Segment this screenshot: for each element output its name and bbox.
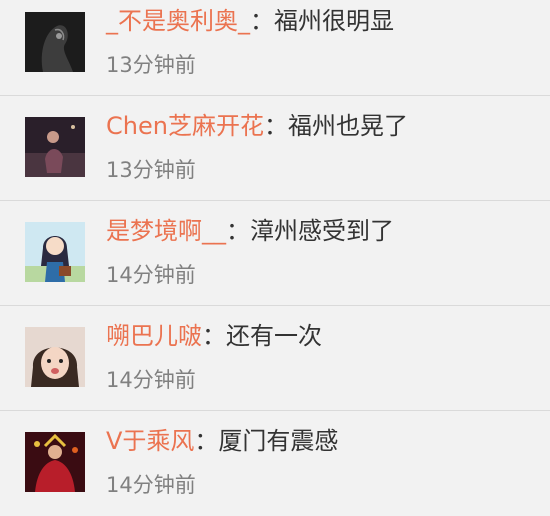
dark-silhouette-avatar[interactable] bbox=[25, 12, 85, 72]
comment-username[interactable]: 是梦境啊__ bbox=[106, 217, 226, 245]
comment-item: 嗍巴儿啵：还有一次 14分钟前 bbox=[0, 307, 550, 411]
comment-separator: ： bbox=[250, 7, 274, 35]
comment-username[interactable]: 嗍巴儿啵 bbox=[106, 322, 202, 350]
comment-text: 福州也晃了 bbox=[287, 112, 408, 140]
comment-item: Chen芝麻开花：福州也晃了 13分钟前 bbox=[0, 97, 550, 201]
comment-separator: ： bbox=[226, 217, 250, 245]
comment-username[interactable]: _不是奥利奥_ bbox=[106, 7, 250, 35]
comment-text: 漳州感受到了 bbox=[250, 217, 394, 245]
comment-time: 14分钟前 bbox=[106, 263, 196, 287]
comment-username[interactable]: V于乘风 bbox=[106, 427, 194, 455]
comment-item: V于乘风：厦门有震感 14分钟前 bbox=[0, 412, 550, 516]
comment-text: 厦门有震感 bbox=[218, 427, 339, 455]
comment-time: 14分钟前 bbox=[106, 368, 196, 392]
comment-separator: ： bbox=[263, 112, 288, 140]
comment-separator: ： bbox=[194, 427, 219, 455]
red-performer-avatar[interactable] bbox=[25, 432, 85, 492]
comment-list: _不是奥利奥_：福州很明显 13分钟前 Chen芝麻开花：福州也晃了 13分钟前 bbox=[0, 0, 550, 512]
comment-item: 是梦境啊__：漳州感受到了 14分钟前 bbox=[0, 202, 550, 306]
comment-time: 13分钟前 bbox=[106, 53, 196, 77]
child-photo-avatar[interactable] bbox=[25, 327, 85, 387]
comment-time: 14分钟前 bbox=[106, 473, 196, 497]
comment-item: _不是奥利奥_：福州很明显 13分钟前 bbox=[0, 0, 550, 96]
night-figure-avatar[interactable] bbox=[25, 117, 85, 177]
comment-time: 13分钟前 bbox=[106, 158, 196, 182]
comment-separator: ： bbox=[202, 322, 226, 350]
cartoon-girl-avatar[interactable] bbox=[25, 222, 85, 282]
comment-text: 还有一次 bbox=[226, 322, 322, 350]
comment-text: 福州很明显 bbox=[274, 7, 394, 35]
comment-username[interactable]: Chen芝麻开花 bbox=[106, 112, 264, 140]
